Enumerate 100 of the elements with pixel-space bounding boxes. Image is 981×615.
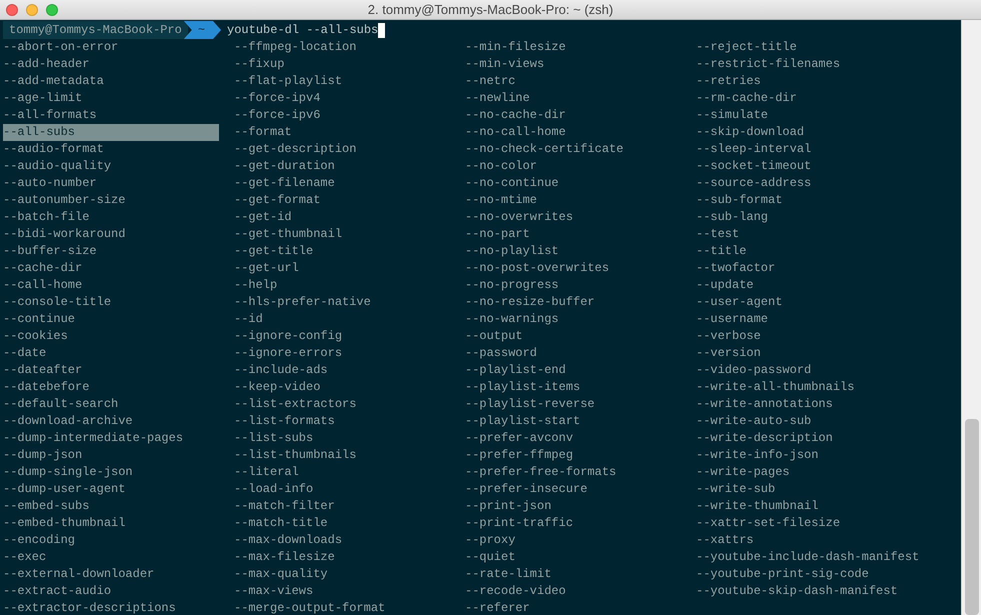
completion-option[interactable]: --max-filesize (234, 549, 450, 566)
completion-option[interactable]: --flat-playlist (234, 73, 450, 90)
completion-option[interactable]: --include-ads (234, 362, 450, 379)
completion-option[interactable]: --title (696, 243, 912, 260)
completion-option[interactable]: --hls-prefer-native (234, 294, 450, 311)
completion-option[interactable]: --download-archive (3, 413, 219, 430)
completion-option[interactable]: --get-title (234, 243, 450, 260)
completion-option[interactable]: --no-continue (465, 175, 681, 192)
completion-option[interactable]: --all-formats (3, 107, 219, 124)
completion-option[interactable]: --print-json (465, 498, 681, 515)
completion-option[interactable]: --sub-lang (696, 209, 912, 226)
completion-option[interactable]: --write-thumbnail (696, 498, 912, 515)
completion-option[interactable]: --user-agent (696, 294, 912, 311)
completion-option[interactable]: --no-resize-buffer (465, 294, 681, 311)
completion-option[interactable]: --get-duration (234, 158, 450, 175)
completion-option[interactable]: --write-all-thumbnails (696, 379, 912, 396)
completion-option[interactable]: --output (465, 328, 681, 345)
completion-option[interactable]: --playlist-reverse (465, 396, 681, 413)
completion-option[interactable]: --force-ipv6 (234, 107, 450, 124)
completion-option[interactable]: --xattr-set-filesize (696, 515, 912, 532)
completion-option[interactable]: --write-auto-sub (696, 413, 912, 430)
completion-option[interactable]: --no-check-certificate (465, 141, 681, 158)
completion-option[interactable]: --list-formats (234, 413, 450, 430)
completion-option[interactable]: --default-search (3, 396, 219, 413)
completion-option[interactable]: --get-filename (234, 175, 450, 192)
completion-option[interactable]: --console-title (3, 294, 219, 311)
completion-option[interactable]: --get-url (234, 260, 450, 277)
completion-option[interactable]: --video-password (696, 362, 912, 379)
completion-option[interactable]: --dump-user-agent (3, 481, 219, 498)
completion-option[interactable]: --datebefore (3, 379, 219, 396)
completion-option[interactable]: --get-thumbnail (234, 226, 450, 243)
completion-option[interactable]: --prefer-insecure (465, 481, 681, 498)
completion-option[interactable]: --dump-intermediate-pages (3, 430, 219, 447)
completion-option[interactable]: --list-extractors (234, 396, 450, 413)
completion-option[interactable]: --sub-format (696, 192, 912, 209)
completion-option[interactable]: --playlist-items (465, 379, 681, 396)
completion-option[interactable]: --write-description (696, 430, 912, 447)
completion-option[interactable]: --verbose (696, 328, 912, 345)
completion-option[interactable]: --xattrs (696, 532, 912, 549)
completion-option[interactable]: --no-color (465, 158, 681, 175)
scrollbar-thumb[interactable] (965, 419, 979, 615)
completion-option[interactable]: --max-downloads (234, 532, 450, 549)
completion-option[interactable]: --match-title (234, 515, 450, 532)
completion-option[interactable]: --continue (3, 311, 219, 328)
minimize-icon[interactable] (26, 4, 38, 16)
completion-option[interactable]: --playlist-start (465, 413, 681, 430)
completion-option[interactable]: --audio-quality (3, 158, 219, 175)
completion-option[interactable]: --socket-timeout (696, 158, 912, 175)
completion-option[interactable]: --source-address (696, 175, 912, 192)
close-icon[interactable] (6, 4, 18, 16)
completion-option[interactable]: --list-subs (234, 430, 450, 447)
completion-option[interactable]: --no-playlist (465, 243, 681, 260)
completion-option[interactable]: --no-cache-dir (465, 107, 681, 124)
completion-option[interactable]: --sleep-interval (696, 141, 912, 158)
completion-option[interactable]: --print-traffic (465, 515, 681, 532)
completion-option[interactable]: --max-quality (234, 566, 450, 583)
completion-option[interactable]: --netrc (465, 73, 681, 90)
completion-option[interactable]: --min-filesize (465, 39, 681, 56)
completion-option[interactable]: --add-header (3, 56, 219, 73)
completion-option[interactable]: --external-downloader (3, 566, 219, 583)
completion-option[interactable]: --no-call-home (465, 124, 681, 141)
completion-option[interactable]: --no-mtime (465, 192, 681, 209)
completion-option[interactable]: --ignore-errors (234, 345, 450, 362)
completion-option[interactable]: --playlist-end (465, 362, 681, 379)
completion-option[interactable]: --buffer-size (3, 243, 219, 260)
completion-option[interactable]: --no-overwrites (465, 209, 681, 226)
completion-option[interactable]: --merge-output-format (234, 600, 450, 615)
completion-option[interactable]: --password (465, 345, 681, 362)
completion-option[interactable]: --match-filter (234, 498, 450, 515)
completion-option[interactable]: --write-annotations (696, 396, 912, 413)
completion-option[interactable]: --auto-number (3, 175, 219, 192)
completion-option[interactable]: --ignore-config (234, 328, 450, 345)
completion-option[interactable]: --force-ipv4 (234, 90, 450, 107)
completion-option[interactable]: --no-post-overwrites (465, 260, 681, 277)
completion-option[interactable]: --dump-single-json (3, 464, 219, 481)
completion-option[interactable]: --referer (465, 600, 681, 615)
completion-option[interactable]: --bidi-workaround (3, 226, 219, 243)
completion-option[interactable]: --test (696, 226, 912, 243)
completion-option[interactable]: --id (234, 311, 450, 328)
completion-option[interactable]: --no-progress (465, 277, 681, 294)
completion-option[interactable]: --quiet (465, 549, 681, 566)
completion-option[interactable]: --batch-file (3, 209, 219, 226)
completion-option[interactable]: --dump-json (3, 447, 219, 464)
completion-option[interactable]: --twofactor (696, 260, 912, 277)
completion-option[interactable]: --rm-cache-dir (696, 90, 912, 107)
completion-option[interactable]: --proxy (465, 532, 681, 549)
completion-option[interactable]: --reject-title (696, 39, 912, 56)
completion-option[interactable]: --min-views (465, 56, 681, 73)
completion-option[interactable]: --load-info (234, 481, 450, 498)
completion-option[interactable]: --audio-format (3, 141, 219, 158)
completion-option[interactable]: --extract-audio (3, 583, 219, 600)
completion-option[interactable]: --prefer-avconv (465, 430, 681, 447)
completion-option[interactable]: --encoding (3, 532, 219, 549)
completion-option[interactable]: --dateafter (3, 362, 219, 379)
completion-option[interactable]: --abort-on-error (3, 39, 219, 56)
completion-option[interactable]: --fixup (234, 56, 450, 73)
completion-option[interactable]: --no-warnings (465, 311, 681, 328)
completion-option[interactable]: --skip-download (696, 124, 912, 141)
completion-option[interactable]: --cookies (3, 328, 219, 345)
completion-option[interactable]: --exec (3, 549, 219, 566)
